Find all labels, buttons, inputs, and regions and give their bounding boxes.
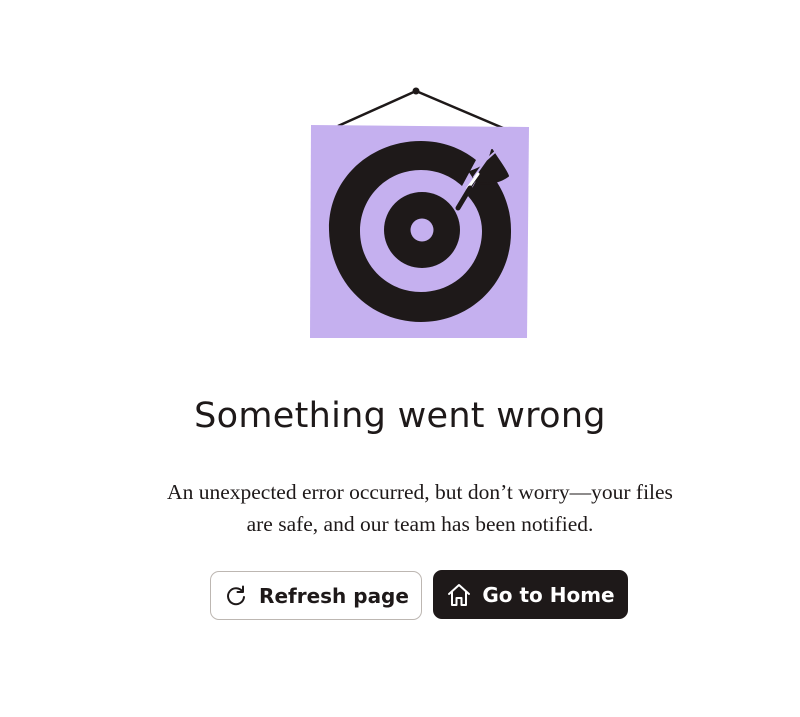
error-message-line-1: An unexpected error occurred, but don’t … <box>167 480 673 504</box>
error-illustration <box>300 84 540 346</box>
home-icon <box>446 582 472 608</box>
refresh-icon <box>223 583 249 609</box>
go-to-home-button[interactable]: Go to Home <box>433 570 628 619</box>
hanging-string <box>337 87 504 130</box>
refresh-page-label: Refresh page <box>259 583 409 608</box>
error-message-line-2: are safe, and our team has been notified… <box>246 512 594 536</box>
error-message: An unexpected error occurred, but don’t … <box>110 476 730 540</box>
go-to-home-label: Go to Home <box>482 582 615 607</box>
page-title: Something went wrong <box>194 396 606 436</box>
refresh-page-button[interactable]: Refresh page <box>210 571 422 620</box>
target-icon <box>328 141 512 322</box>
